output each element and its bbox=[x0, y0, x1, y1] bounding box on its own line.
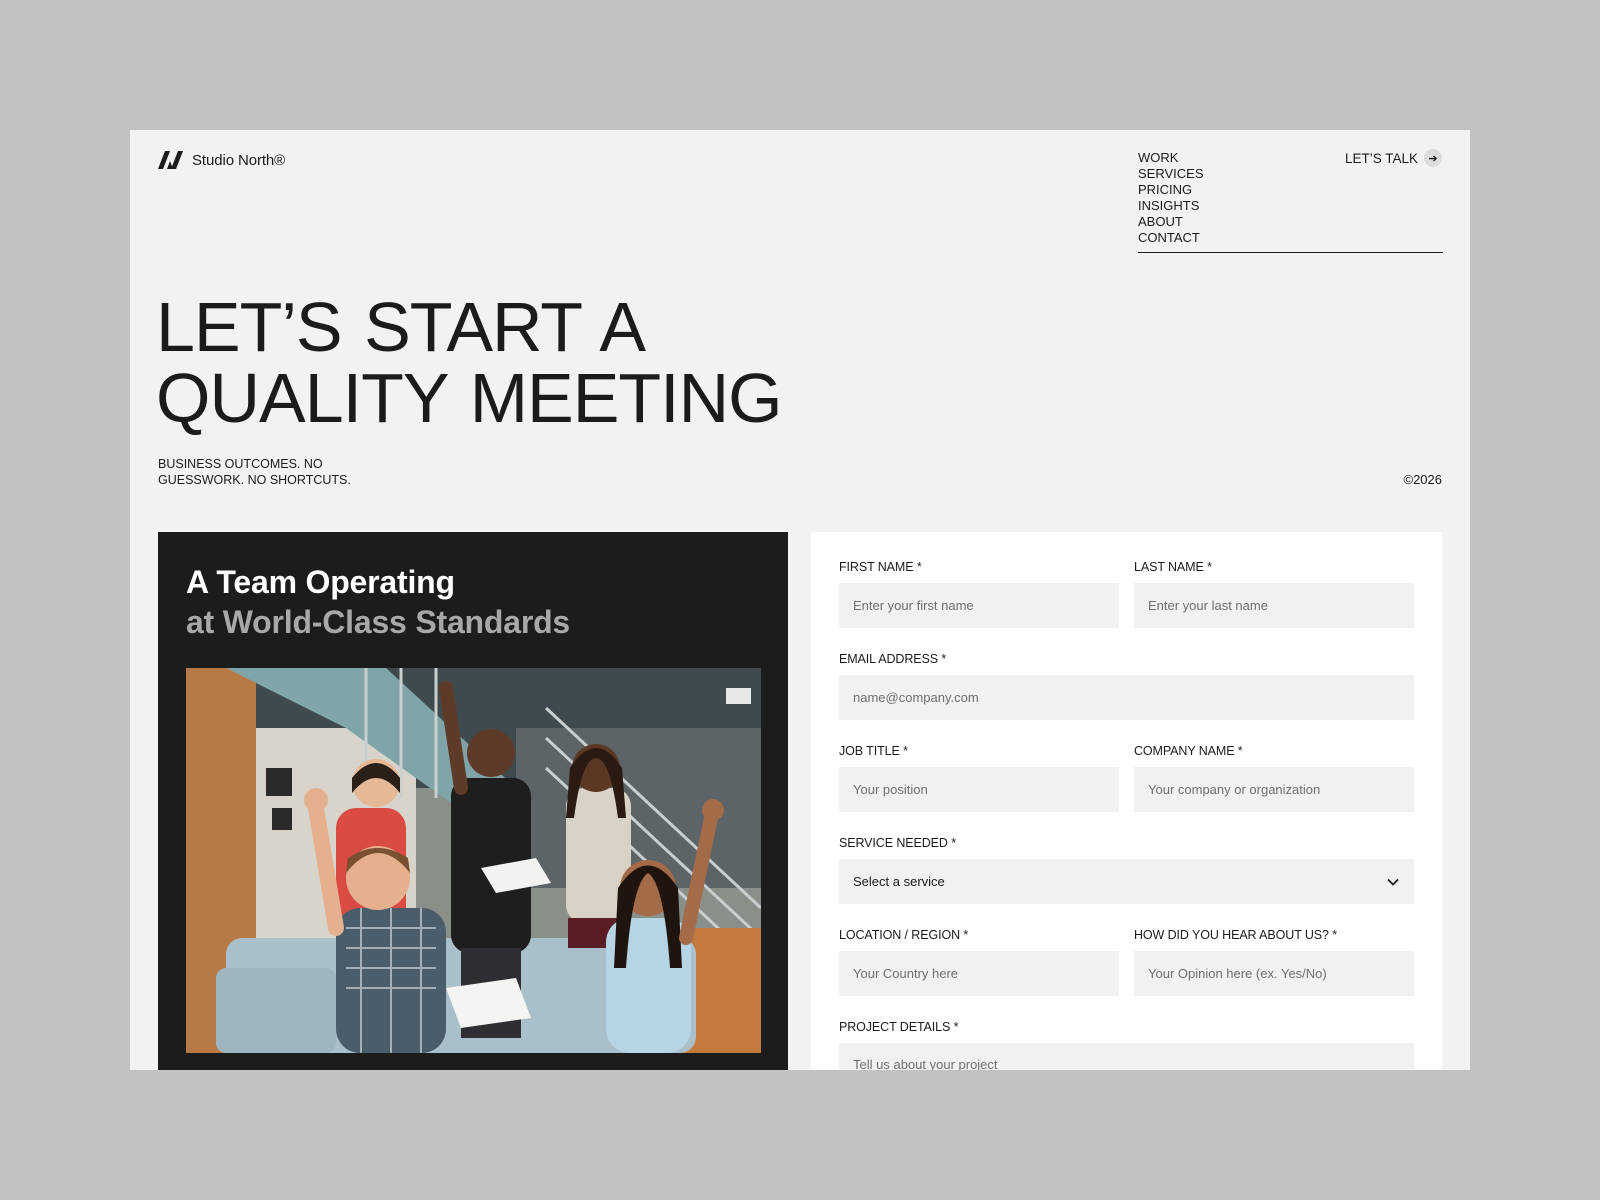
project-label: PROJECT DETAILS * bbox=[839, 1020, 959, 1034]
page-title: LET’S START A QUALITY MEETING bbox=[156, 288, 783, 437]
team-photo bbox=[186, 668, 761, 1053]
last-name-group: LAST NAME * bbox=[1134, 560, 1414, 628]
brand-name: Studio North® bbox=[192, 151, 286, 169]
referral-group: HOW DID YOU HEAR ABOUT US? * bbox=[1134, 928, 1414, 996]
team-title: A Team Operating bbox=[186, 564, 455, 600]
company-group: COMPANY NAME * bbox=[1134, 744, 1414, 812]
lets-talk-label: LET’S TALK bbox=[1344, 150, 1418, 166]
last-name-label: LAST NAME * bbox=[1134, 560, 1212, 574]
first-name-label: FIRST NAME * bbox=[839, 560, 922, 574]
service-select[interactable]: Select a service bbox=[839, 859, 1414, 904]
lets-talk-button[interactable]: LET’S TALK ➔ bbox=[1345, 149, 1442, 167]
arrow-right-icon: ➔ bbox=[1424, 149, 1442, 167]
tagline: BUSINESS OUTCOMES. NO GUESSWORK. NO SHOR… bbox=[158, 457, 351, 487]
referral-input[interactable] bbox=[1134, 951, 1414, 996]
nav-item-contact[interactable]: CONTACT bbox=[1138, 230, 1443, 246]
chevron-down-icon bbox=[1387, 878, 1399, 886]
email-group: EMAIL ADDRESS * bbox=[839, 652, 1414, 720]
location-group: LOCATION / REGION * bbox=[839, 928, 1119, 996]
email-label: EMAIL ADDRESS * bbox=[839, 652, 947, 666]
job-title-input[interactable] bbox=[839, 767, 1119, 812]
project-textarea[interactable] bbox=[839, 1043, 1414, 1070]
first-name-group: FIRST NAME * bbox=[839, 560, 1119, 628]
company-label: COMPANY NAME * bbox=[1134, 744, 1243, 758]
brand-logo[interactable]: Studio North® bbox=[158, 150, 285, 170]
job-title-label: JOB TITLE * bbox=[839, 744, 908, 758]
location-label: LOCATION / REGION * bbox=[839, 928, 969, 942]
location-input[interactable] bbox=[839, 951, 1119, 996]
nav-item-pricing[interactable]: PRICING bbox=[1138, 182, 1443, 198]
service-label: SERVICE NEEDED * bbox=[839, 836, 956, 850]
first-name-input[interactable] bbox=[839, 583, 1119, 628]
copyright: ©2026 bbox=[1403, 472, 1443, 487]
job-title-group: JOB TITLE * bbox=[839, 744, 1119, 812]
company-input[interactable] bbox=[1134, 767, 1414, 812]
nav-item-services[interactable]: SERVICES bbox=[1138, 166, 1443, 182]
service-select-value: Select a service bbox=[853, 874, 945, 889]
logo-mark-icon bbox=[158, 151, 183, 169]
nav-item-about[interactable]: ABOUT bbox=[1138, 214, 1443, 230]
team-card: A Team Operating at World-Class Standard… bbox=[158, 532, 788, 1070]
team-subtitle: at World-Class Standards bbox=[186, 604, 571, 640]
email-input[interactable] bbox=[839, 675, 1414, 720]
nav-item-insights[interactable]: INSIGHTS bbox=[1138, 198, 1443, 214]
service-group: SERVICE NEEDED * Select a service bbox=[839, 836, 1414, 904]
referral-label: HOW DID YOU HEAR ABOUT US? * bbox=[1134, 928, 1338, 942]
contact-form: FIRST NAME * LAST NAME * EMAIL ADDRESS *… bbox=[811, 532, 1442, 1070]
project-group: PROJECT DETAILS * bbox=[839, 1020, 1414, 1070]
landing-page: Studio North® WORK SERVICES PRICING INSI… bbox=[130, 130, 1470, 1070]
last-name-input[interactable] bbox=[1134, 583, 1414, 628]
